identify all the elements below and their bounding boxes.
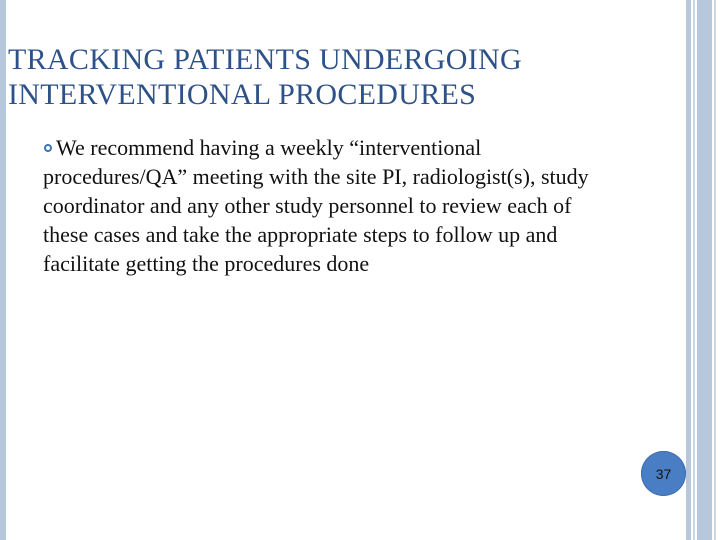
slide: TRACKING PATIENTS UNDERGOING INTERVENTIO… — [0, 0, 720, 540]
right-stripe-1 — [686, 0, 691, 540]
page-number-badge: 37 — [641, 451, 686, 496]
bullet-ring-icon — [44, 144, 52, 152]
left-decorative-stripe — [0, 0, 6, 540]
slide-title: TRACKING PATIENTS UNDERGOING INTERVENTIO… — [8, 43, 522, 111]
right-stripe-3 — [697, 0, 712, 540]
bullet-text: We recommend having a weekly “interventi… — [43, 135, 589, 276]
bullet-item: We recommend having a weekly “interventi… — [43, 133, 618, 278]
right-stripe-2 — [693, 0, 695, 540]
page-number: 37 — [655, 465, 672, 482]
right-stripe-4 — [714, 0, 716, 540]
